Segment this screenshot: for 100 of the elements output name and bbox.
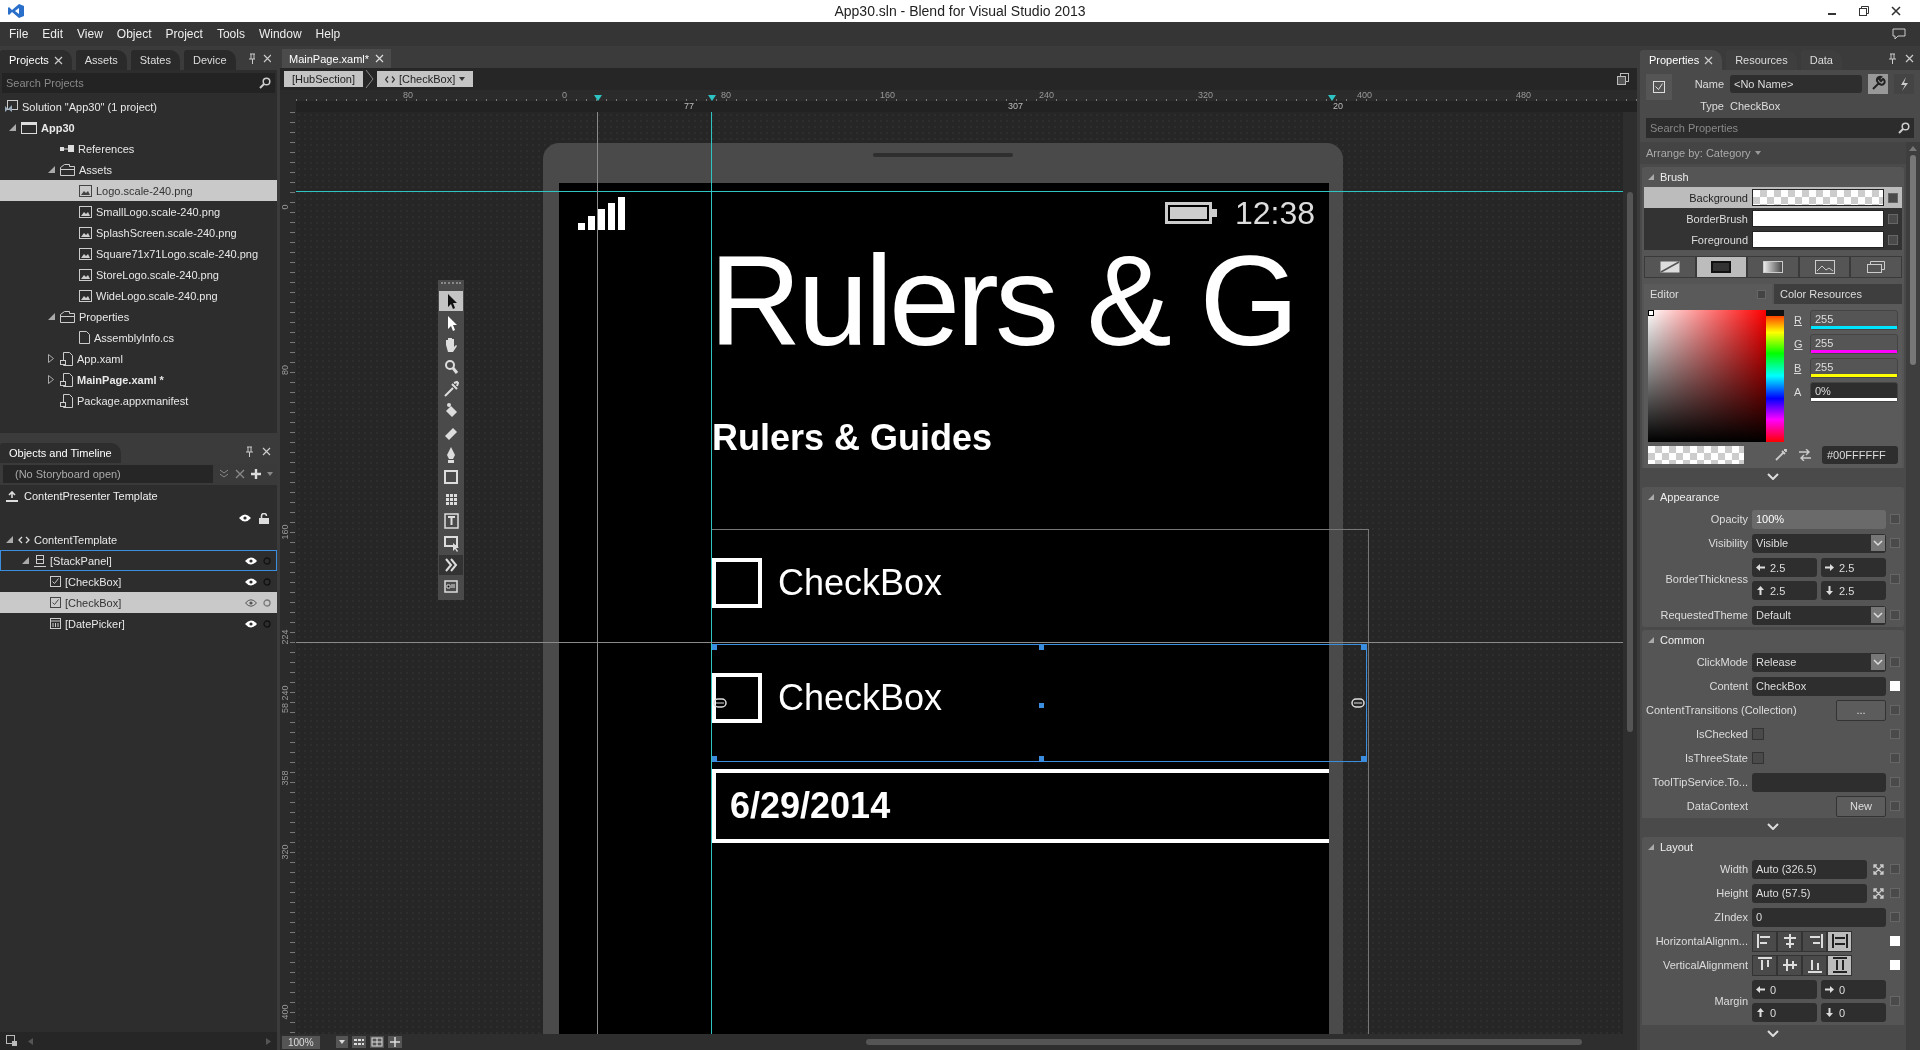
hue-thumb[interactable] [1766,310,1784,316]
scrollbar-thumb[interactable] [1910,155,1916,365]
pin-icon[interactable] [1888,52,1897,64]
tree-item[interactable]: References [0,138,277,159]
eyedropper-icon[interactable] [1774,448,1788,462]
property-field[interactable]: CheckBox [1752,676,1886,696]
close-icon[interactable] [263,53,271,63]
panel-tab[interactable]: Properties [1640,50,1723,70]
menu-item[interactable]: Project [158,27,210,41]
date-picker[interactable]: 6/29/2014 [712,769,1329,843]
caret-icon[interactable] [459,77,466,81]
eye-icon[interactable] [245,556,257,565]
property-field[interactable]: 100% [1752,509,1886,529]
resize-handle[interactable] [1039,703,1044,708]
chevron-down-icon[interactable] [1767,822,1779,830]
brush-type-button[interactable] [1798,256,1851,278]
menu-item[interactable]: Edit [35,27,71,41]
property-marker[interactable] [1890,538,1900,548]
layout-icon[interactable] [6,1035,18,1047]
brush-row[interactable]: Foreground [1644,229,1902,250]
expander-icon[interactable] [1648,844,1654,850]
storyboard-field[interactable]: (No Storyboard open) [3,465,213,483]
tree-item[interactable]: StoreLogo.scale-240.png [0,264,277,285]
property-button[interactable]: New [1836,795,1886,817]
resize-handle[interactable] [1039,645,1044,650]
expander-icon[interactable] [1648,494,1654,500]
tree-item[interactable]: App.xaml [0,348,277,369]
resize-handle[interactable] [712,756,717,761]
channel-slider[interactable] [1811,350,1897,353]
property-field[interactable]: Auto (326.5) [1752,859,1867,879]
property-field[interactable] [1752,772,1886,792]
resize-handle[interactable] [1361,756,1366,761]
panel-tab[interactable]: Assets [75,50,127,70]
chevron-down-icon[interactable] [1767,1029,1779,1037]
tree-item[interactable]: ContentTemplate [0,529,277,550]
menu-item[interactable]: Tools [209,27,252,41]
color-swatch[interactable] [1752,231,1884,248]
tree-item[interactable]: MainPage.xaml * [0,369,277,390]
snap-grid-icon[interactable] [369,1036,384,1048]
property-field[interactable]: Auto (57.5) [1752,883,1867,903]
property-field[interactable]: 2.5 [1821,581,1886,600]
close-button[interactable] [1890,5,1902,17]
expander-icon[interactable] [1648,637,1654,643]
editor-tab[interactable]: Color Resources [1774,284,1902,304]
tree-item[interactable]: [CheckBox] [0,592,277,613]
property-marker[interactable] [1890,996,1900,1006]
breadcrumb-item[interactable]: [HubSection] [284,71,363,87]
close-icon[interactable] [1704,55,1714,65]
property-dropdown[interactable]: Release [1752,652,1886,672]
chevron-down-icon[interactable] [1767,472,1779,480]
property-marker[interactable] [1890,801,1900,811]
scrollbar-thumb[interactable] [1627,192,1633,732]
color-swatch[interactable] [1752,210,1884,227]
channel-slider[interactable] [1811,374,1897,377]
brush-row[interactable]: BorderBrush [1644,208,1902,229]
property-marker[interactable] [1890,888,1900,898]
checkbox[interactable]: CheckBox [712,672,943,723]
tree-item[interactable]: Square71x71Logo.scale-240.png [0,243,277,264]
wrench-icon[interactable] [1868,74,1888,94]
tree-item[interactable]: [DatePicker] [0,613,277,634]
expander-icon[interactable] [48,313,55,320]
selection-box[interactable] [711,644,1367,762]
brush-type-button[interactable] [1747,256,1799,278]
resize-handle[interactable] [712,645,717,650]
expander-icon[interactable] [48,354,54,363]
color-field[interactable] [1648,310,1766,442]
grid-toggle-icon[interactable] [351,1036,366,1048]
property-field[interactable]: 0 [1752,1003,1817,1022]
property-checkbox[interactable] [1752,728,1764,740]
search-icon[interactable] [1894,118,1914,138]
expand-icon[interactable] [1873,887,1884,899]
eye-icon[interactable] [245,577,257,586]
property-field[interactable]: 0 [1821,1003,1886,1022]
property-marker[interactable] [1890,912,1900,922]
tree-item[interactable]: AssemblyInfo.cs [0,327,277,348]
expander-icon[interactable] [48,375,54,384]
eye-icon[interactable] [239,514,251,522]
alignment-button[interactable] [1752,930,1777,952]
arrange-dropdown[interactable]: Arrange by: Category [1640,142,1906,164]
property-marker[interactable] [1890,777,1900,787]
tree-item[interactable]: App30 [0,117,277,138]
tree-item[interactable]: SplashScreen.scale-240.png [0,222,277,243]
margin-handle-icon[interactable] [1351,698,1365,708]
lightning-icon[interactable] [1894,74,1914,94]
tree-item[interactable]: Properties [0,306,277,327]
channel-slider[interactable] [1811,398,1897,401]
pin-icon[interactable] [247,52,256,64]
tree-item[interactable]: SmallLogo.scale-240.png [0,201,277,222]
panel-tab[interactable]: Projects [0,50,72,70]
search-icon[interactable] [255,73,275,93]
brush-type-button[interactable] [1850,256,1902,278]
property-field[interactable]: 0 [1752,980,1817,999]
tree-item[interactable]: [CheckBox] [0,571,277,592]
search-field[interactable]: Search Properties [1646,118,1894,138]
checkbox[interactable]: CheckBox [712,557,943,608]
property-checkbox[interactable] [1752,752,1764,764]
color-swatch[interactable] [1752,189,1884,206]
hex-field[interactable]: #00FFFFFF [1822,446,1898,464]
property-field[interactable]: 0 [1752,907,1886,927]
channel-field[interactable]: 255 [1810,310,1898,330]
